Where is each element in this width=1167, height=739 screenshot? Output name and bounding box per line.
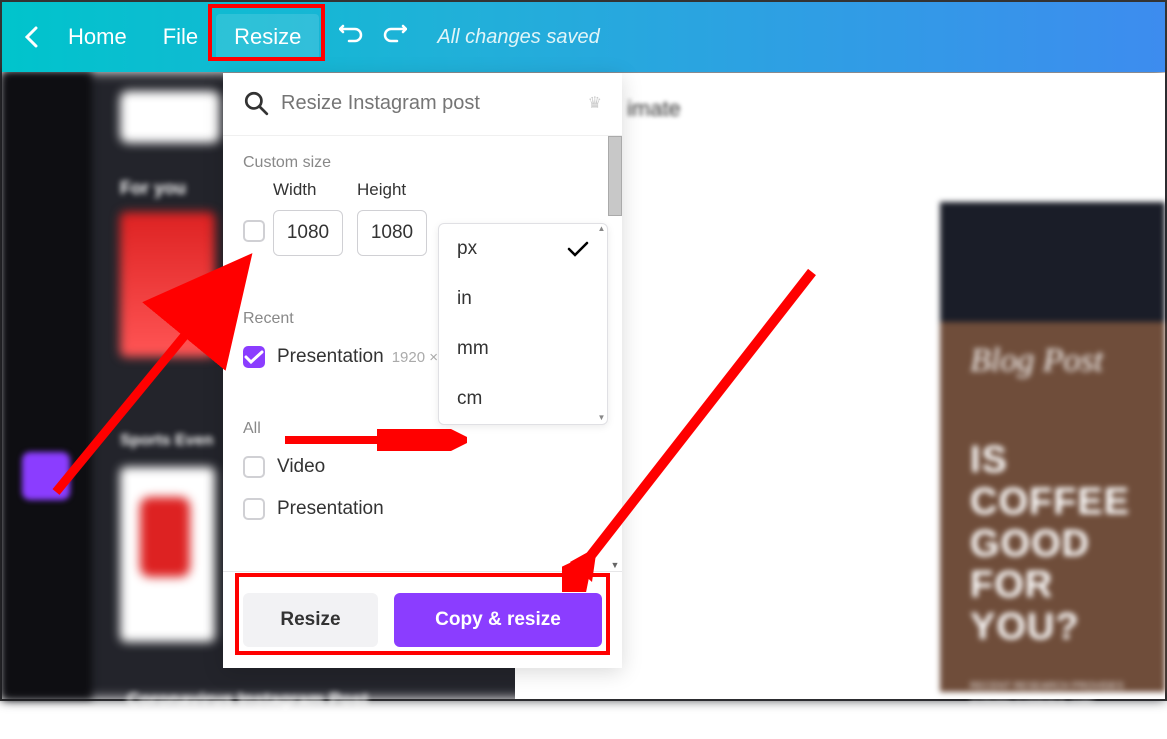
resize-dropdown-panel: ♛ ▼ Custom size Width Height Recent Pres… bbox=[223, 73, 622, 668]
width-input[interactable] bbox=[273, 210, 343, 256]
section-sports: Sports Even bbox=[120, 432, 213, 450]
template-thumbnail bbox=[120, 212, 215, 357]
top-toolbar: Home File Resize All changes saved bbox=[2, 2, 1165, 72]
width-label: Width bbox=[273, 180, 343, 200]
chevron-left-icon bbox=[24, 26, 38, 48]
recent-checkbox-checked[interactable] bbox=[243, 346, 265, 368]
resize-menu-button[interactable]: Resize bbox=[216, 14, 319, 60]
unit-option-px[interactable]: px bbox=[439, 224, 607, 274]
save-status: All changes saved bbox=[437, 26, 599, 49]
scrollbar-thumb[interactable] bbox=[608, 136, 622, 216]
all-item-video[interactable]: Video bbox=[223, 446, 622, 488]
crown-icon: ♛ bbox=[588, 93, 602, 113]
undo-button[interactable] bbox=[339, 24, 363, 50]
back-button[interactable] bbox=[12, 16, 50, 58]
unit-option-in[interactable]: in bbox=[439, 274, 607, 324]
redo-icon bbox=[383, 24, 407, 44]
unit-label: px bbox=[457, 238, 477, 260]
all-item-label: Presentation bbox=[277, 498, 384, 520]
unit-scroll-down[interactable]: ▼ bbox=[596, 413, 607, 424]
checkmark-icon bbox=[244, 350, 264, 364]
resize-search-input[interactable] bbox=[281, 92, 588, 115]
resize-search-row: ♛ bbox=[223, 73, 622, 133]
presentation-checkbox[interactable] bbox=[243, 498, 265, 520]
checkmark-icon bbox=[567, 241, 589, 257]
unit-label: mm bbox=[457, 338, 489, 360]
unit-scroll-up[interactable]: ▲ bbox=[596, 224, 607, 235]
undo-icon bbox=[339, 24, 363, 44]
custom-size-checkbox[interactable] bbox=[243, 220, 265, 242]
all-item-presentation[interactable]: Presentation bbox=[223, 488, 622, 530]
section-for-you: For you bbox=[120, 178, 186, 199]
recent-item-label: Presentation bbox=[277, 346, 384, 368]
left-sidebar bbox=[2, 72, 92, 699]
template-thumbnail bbox=[120, 467, 215, 642]
video-checkbox[interactable] bbox=[243, 456, 265, 478]
sidebar-active-item bbox=[22, 452, 70, 500]
preview-heading: IS COFFEE GOOD FOR YOU? bbox=[970, 440, 1135, 649]
search-icon bbox=[243, 90, 269, 116]
blurred-search-bar bbox=[120, 91, 220, 143]
redo-button[interactable] bbox=[383, 24, 407, 50]
unit-dropdown: ▲ px in mm cm ▼ bbox=[438, 223, 608, 425]
all-item-label: Video bbox=[277, 456, 325, 478]
preview-body: RECENT RESEARCH PROVIDES STRONG EVIDENCE… bbox=[970, 679, 1135, 739]
home-button[interactable]: Home bbox=[50, 14, 145, 60]
resize-panel-scroll[interactable]: ▼ Custom size Width Height Recent Presen… bbox=[223, 135, 622, 571]
height-input[interactable] bbox=[357, 210, 427, 256]
unit-option-cm[interactable]: cm bbox=[439, 374, 607, 424]
custom-size-label: Custom size bbox=[223, 136, 622, 180]
scroll-down-arrow[interactable]: ▼ bbox=[609, 559, 621, 571]
unit-label: in bbox=[457, 288, 472, 310]
design-preview: Blog Post IS COFFEE GOOD FOR YOU? RECENT… bbox=[940, 202, 1165, 702]
document-title[interactable]: imate bbox=[627, 96, 681, 122]
resize-panel-footer: Resize Copy & resize bbox=[223, 571, 622, 668]
resize-button[interactable]: Resize bbox=[243, 593, 378, 647]
copy-and-resize-button[interactable]: Copy & resize bbox=[394, 593, 602, 647]
unit-label: cm bbox=[457, 388, 482, 410]
unit-option-mm[interactable]: mm bbox=[439, 324, 607, 374]
file-button[interactable]: File bbox=[145, 14, 216, 60]
height-label: Height bbox=[357, 180, 427, 200]
preview-script-text: Blog Post bbox=[970, 342, 1135, 380]
recent-item-dimensions: 1920 × bbox=[392, 349, 438, 366]
